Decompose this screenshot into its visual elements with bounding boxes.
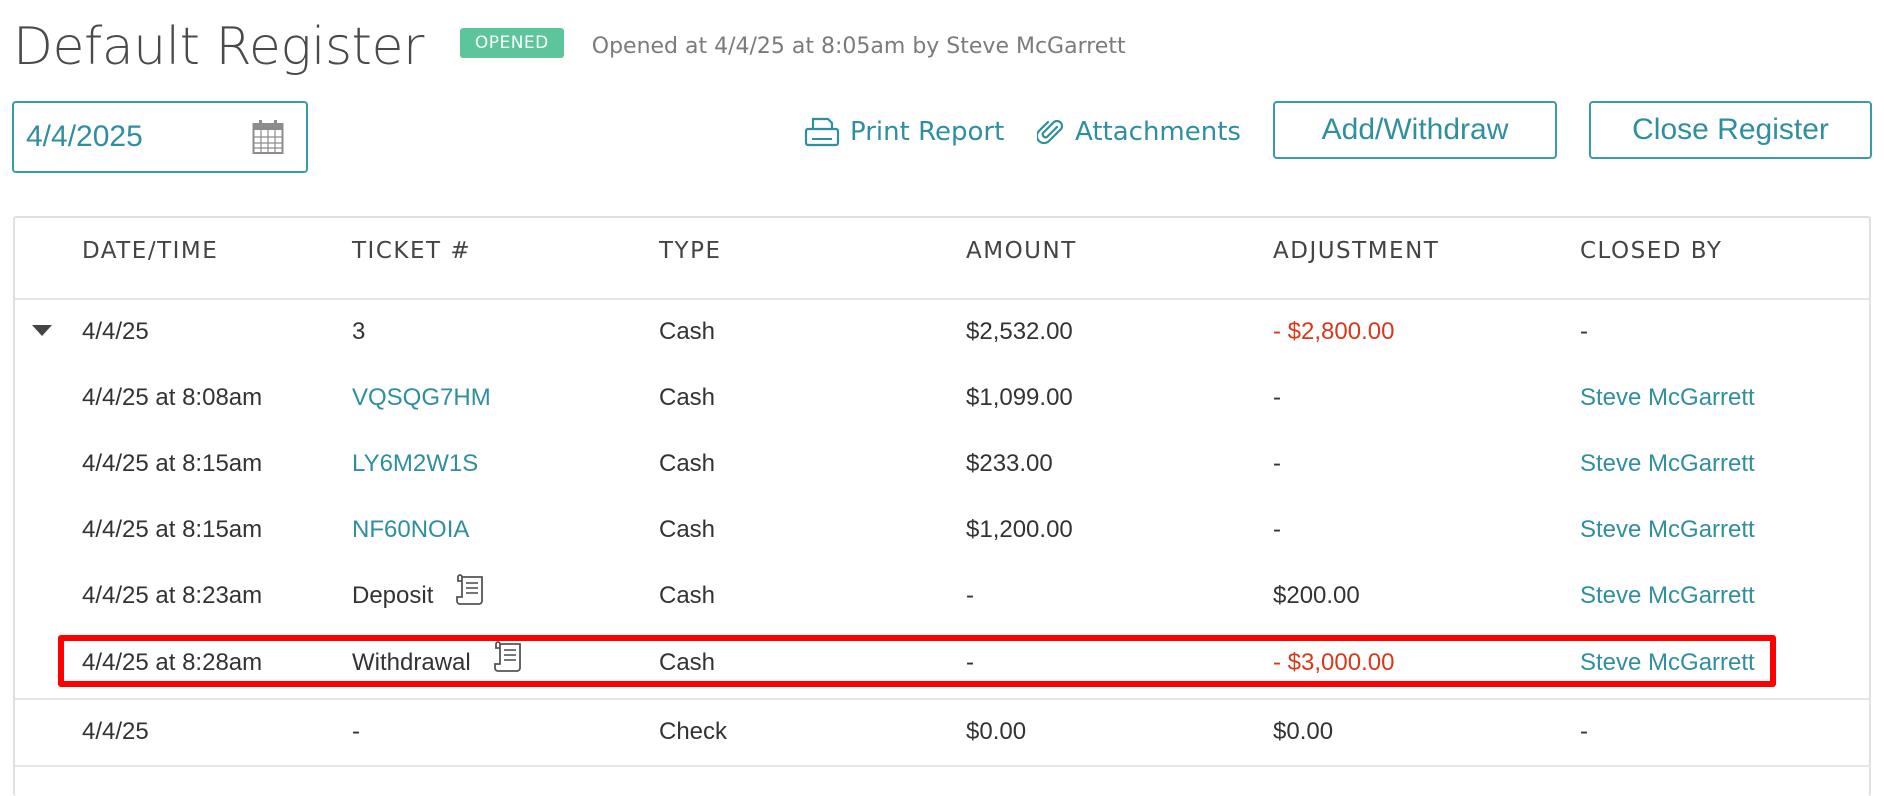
table-row-highlighted: 4/4/25 at 8:28am Withdrawal Cash - - $3,… <box>15 630 1871 696</box>
paperclip-icon <box>1037 119 1064 145</box>
date-cell: 4/4/25 at 8:23am <box>82 582 263 609</box>
ticket-label: Deposit <box>352 582 434 609</box>
group-summary-row[interactable]: 4/4/25 - Check $0.00 $0.00 - <box>15 699 1871 765</box>
adjustment-cell: $0.00 <box>1273 718 1334 745</box>
table-row: 4/4/25 at 8:23am Deposit Cash - $200.00 … <box>15 563 1871 629</box>
amount-cell: $233.00 <box>966 450 1053 477</box>
close-register-button[interactable]: Close Register <box>1589 101 1872 159</box>
caret-down-icon[interactable] <box>32 325 52 336</box>
table-row: 4/4/25 at 8:15am NF60NOIA Cash $1,200.00… <box>15 497 1871 563</box>
closed-by-cell: - <box>1580 718 1588 745</box>
closed-by-link[interactable]: Steve McGarrett <box>1580 431 1755 497</box>
ticket-cell: Deposit <box>352 563 485 629</box>
column-header-datetime[interactable]: DATE/TIME <box>82 218 218 284</box>
group-summary-row[interactable]: 4/4/25 3 Cash $2,532.00 - $2,800.00 - <box>15 299 1871 365</box>
closed-by-cell: - <box>1580 318 1588 345</box>
bottom-divider <box>15 765 1871 767</box>
amount-cell: - <box>966 582 974 609</box>
closed-by-link[interactable]: Steve McGarrett <box>1580 365 1755 431</box>
type-cell: Cash <box>659 649 716 676</box>
add-withdraw-button[interactable]: Add/Withdraw <box>1273 101 1557 159</box>
type-cell: Cash <box>659 582 716 609</box>
register-header: Default Register OPENED Opened at 4/4/25… <box>13 12 1126 82</box>
adjustment-cell: - <box>1273 516 1281 543</box>
adjustment-cell: - $2,800.00 <box>1273 318 1395 345</box>
calendar-icon[interactable] <box>252 119 284 155</box>
column-header-ticket[interactable]: TICKET # <box>352 218 471 284</box>
adjustment-cell: - <box>1273 384 1281 411</box>
ticket-link[interactable]: VQSQG7HM <box>352 365 491 431</box>
page-title: Default Register <box>13 17 424 77</box>
status-badge: OPENED <box>459 28 564 58</box>
closed-by-link[interactable]: Steve McGarrett <box>1580 563 1755 629</box>
amount-cell: - <box>966 649 974 676</box>
type-cell: Check <box>659 718 728 745</box>
table-row: 4/4/25 at 8:08am VQSQG7HM Cash $1,099.00… <box>15 365 1871 431</box>
print-report-link[interactable]: Print Report <box>804 112 1004 152</box>
print-report-label: Print Report <box>850 117 1005 147</box>
date-picker-field[interactable]: 4/4/2025 <box>12 101 308 173</box>
closed-by-link[interactable]: Steve McGarrett <box>1580 630 1755 696</box>
transactions-table: DATE/TIME TICKET # TYPE AMOUNT ADJUSTMEN… <box>13 216 1871 796</box>
ticket-cell: 3 <box>352 318 366 345</box>
type-cell: Cash <box>659 516 716 543</box>
receipt-icon[interactable] <box>455 573 485 605</box>
opened-info: Opened at 4/4/25 at 8:05am by Steve McGa… <box>591 33 1126 59</box>
adjustment-cell: $200.00 <box>1273 582 1360 609</box>
date-cell: 4/4/25 at 8:28am <box>82 649 263 676</box>
date-cell: 4/4/25 at 8:15am <box>82 516 263 543</box>
column-header-closed-by[interactable]: CLOSED BY <box>1580 218 1722 284</box>
type-cell: Cash <box>659 450 716 477</box>
ticket-cell: Withdrawal <box>352 630 523 696</box>
attachments-link[interactable]: Attachments <box>1037 112 1241 152</box>
type-cell: Cash <box>659 384 716 411</box>
date-value: 4/4/2025 <box>26 120 143 153</box>
amount-cell: $2,532.00 <box>966 318 1073 345</box>
receipt-icon[interactable] <box>493 640 523 672</box>
printer-icon <box>804 117 840 147</box>
ticket-cell: - <box>352 718 360 745</box>
amount-cell: $1,099.00 <box>966 384 1073 411</box>
column-header-amount[interactable]: AMOUNT <box>966 218 1077 284</box>
date-cell: 4/4/25 <box>82 318 149 345</box>
adjustment-cell: - <box>1273 450 1281 477</box>
adjustment-cell: - $3,000.00 <box>1273 649 1395 676</box>
column-header-adjustment[interactable]: ADJUSTMENT <box>1273 218 1439 284</box>
type-cell: Cash <box>659 318 716 345</box>
amount-cell: $0.00 <box>966 718 1027 745</box>
amount-cell: $1,200.00 <box>966 516 1073 543</box>
attachments-label: Attachments <box>1075 117 1241 147</box>
column-header-type[interactable]: TYPE <box>659 218 722 284</box>
date-cell: 4/4/25 at 8:15am <box>82 450 263 477</box>
ticket-link[interactable]: NF60NOIA <box>352 497 469 563</box>
ticket-label: Withdrawal <box>352 649 471 676</box>
table-row: 4/4/25 at 8:15am LY6M2W1S Cash $233.00 -… <box>15 431 1871 497</box>
ticket-link[interactable]: LY6M2W1S <box>352 431 478 497</box>
table-header-row: DATE/TIME TICKET # TYPE AMOUNT ADJUSTMEN… <box>15 218 1871 284</box>
date-cell: 4/4/25 at 8:08am <box>82 384 263 411</box>
date-cell: 4/4/25 <box>82 718 149 745</box>
closed-by-link[interactable]: Steve McGarrett <box>1580 497 1755 563</box>
